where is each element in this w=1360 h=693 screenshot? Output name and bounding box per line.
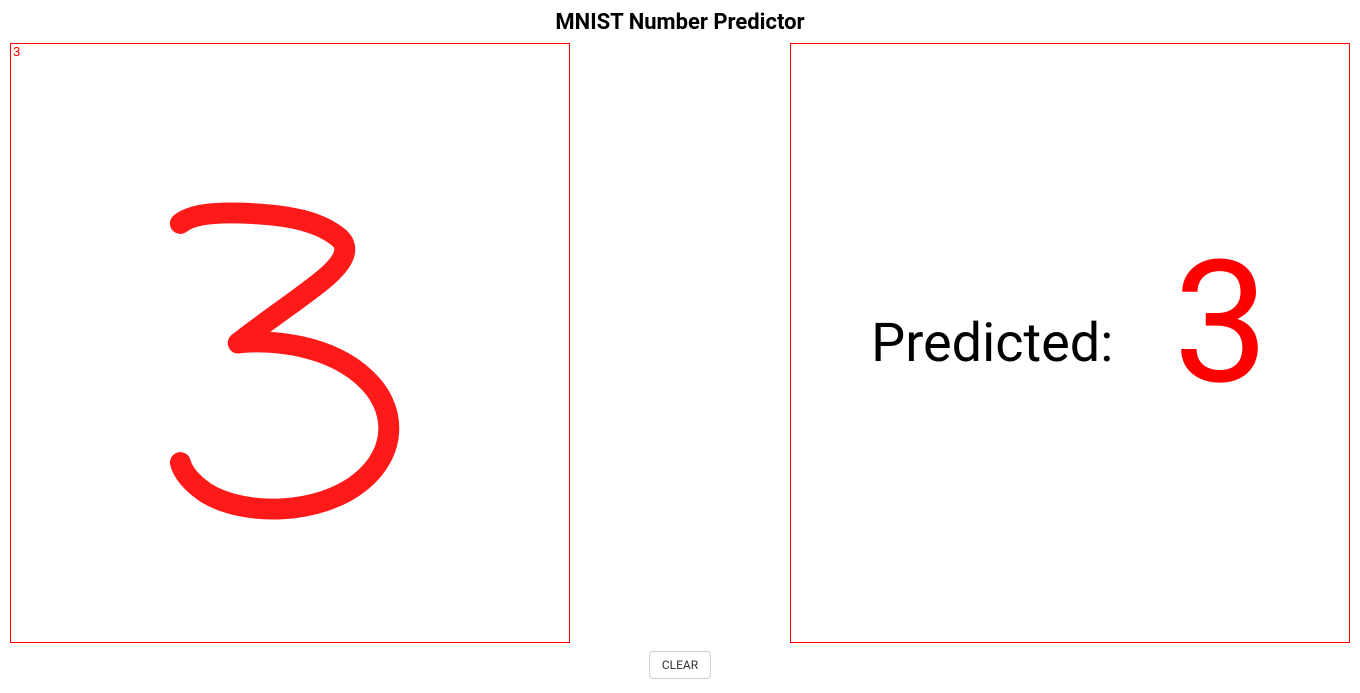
drawn-digit-icon (11, 44, 569, 642)
prediction-value: 3 (1173, 238, 1269, 408)
controls-row: CLEAR (0, 651, 1360, 679)
digit-stroke (180, 213, 388, 509)
prediction-panel: Predicted: 3 (790, 43, 1350, 643)
clear-button[interactable]: CLEAR (649, 651, 711, 679)
drawing-panel: 3 (10, 43, 570, 643)
page-title: MNIST Number Predictor (0, 0, 1360, 43)
corner-label: 3 (13, 45, 20, 58)
panels-row: 3 Predicted: 3 (0, 43, 1360, 643)
prediction-label: Predicted: (871, 312, 1113, 375)
drawing-canvas[interactable] (11, 44, 569, 642)
